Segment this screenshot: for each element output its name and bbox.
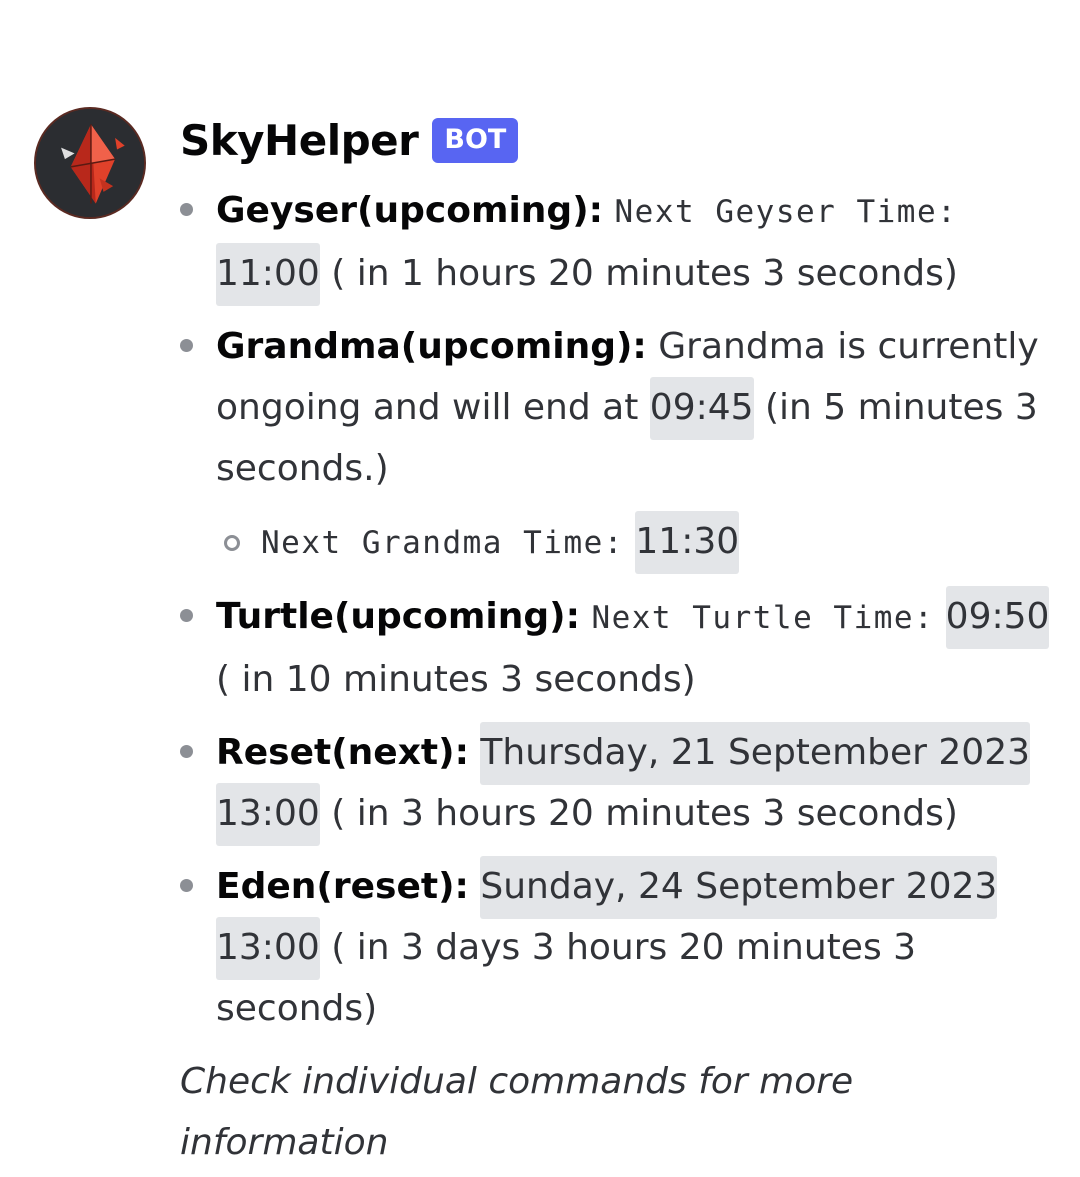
bot-message: SkyHelper BOT Geyser(upcoming): Next Gey… [0,0,1080,1177]
event-item-reset: Reset(next): Thursday, 21 September 2023… [180,722,1060,846]
skyhelper-crystal-avatar-icon [36,109,144,217]
event-label: Reset(next): [216,732,469,773]
timestamp[interactable]: 09:45 [649,377,754,440]
message-content: Geyser(upcoming): Next Geyser Time: 11:0… [180,180,1060,1173]
event-label: Geyser(upcoming): [216,190,604,231]
timestamp[interactable]: 13:00 [216,917,320,980]
event-code-text: Next Geyser Time: [614,194,958,230]
event-label: Turtle(upcoming): [216,596,580,637]
event-item-turtle: Turtle(upcoming): Next Turtle Time: 09:5… [180,586,1060,710]
event-label: Grandma(upcoming): [216,326,647,367]
avatar[interactable] [34,107,146,219]
event-item-geyser: Geyser(upcoming): Next Geyser Time: 11:0… [180,180,1060,306]
timestamp-date[interactable]: Thursday, 21 September 2023 [480,722,1031,785]
event-code-text: Next Turtle Time: [591,600,935,636]
event-countdown: ( in 1 hours 20 minutes 3 seconds) [331,253,958,294]
event-item-eden: Eden(reset): Sunday, 24 September 2023 1… [180,856,1060,1039]
event-list: Geyser(upcoming): Next Geyser Time: 11:0… [180,180,1060,1039]
message-header: SkyHelper BOT [180,112,519,168]
sub-list: Next Grandma Time: 11:30 [216,511,1060,574]
timestamp[interactable]: 11:00 [216,243,320,306]
event-item-grandma: Grandma(upcoming): Grandma is currently … [180,316,1060,574]
timestamp-date[interactable]: Sunday, 24 September 2023 [480,856,998,919]
event-label: Eden(reset): [216,866,469,907]
sub-list-item: Next Grandma Time: 11:30 [216,511,1060,574]
username[interactable]: SkyHelper [180,116,419,165]
event-code-text: Next Grandma Time: [261,525,624,561]
timestamp[interactable]: 11:30 [635,511,740,574]
event-countdown: ( in 3 days 3 hours 20 minutes 3 seconds… [216,927,917,1029]
footer-note: Check individual commands for more infor… [180,1061,854,1163]
bot-badge: BOT [432,117,519,163]
event-countdown: ( in 3 hours 20 minutes 3 seconds) [331,793,958,834]
event-countdown: ( in 10 minutes 3 seconds) [216,659,696,700]
timestamp[interactable]: 09:50 [945,586,1050,649]
timestamp[interactable]: 13:00 [216,783,320,846]
